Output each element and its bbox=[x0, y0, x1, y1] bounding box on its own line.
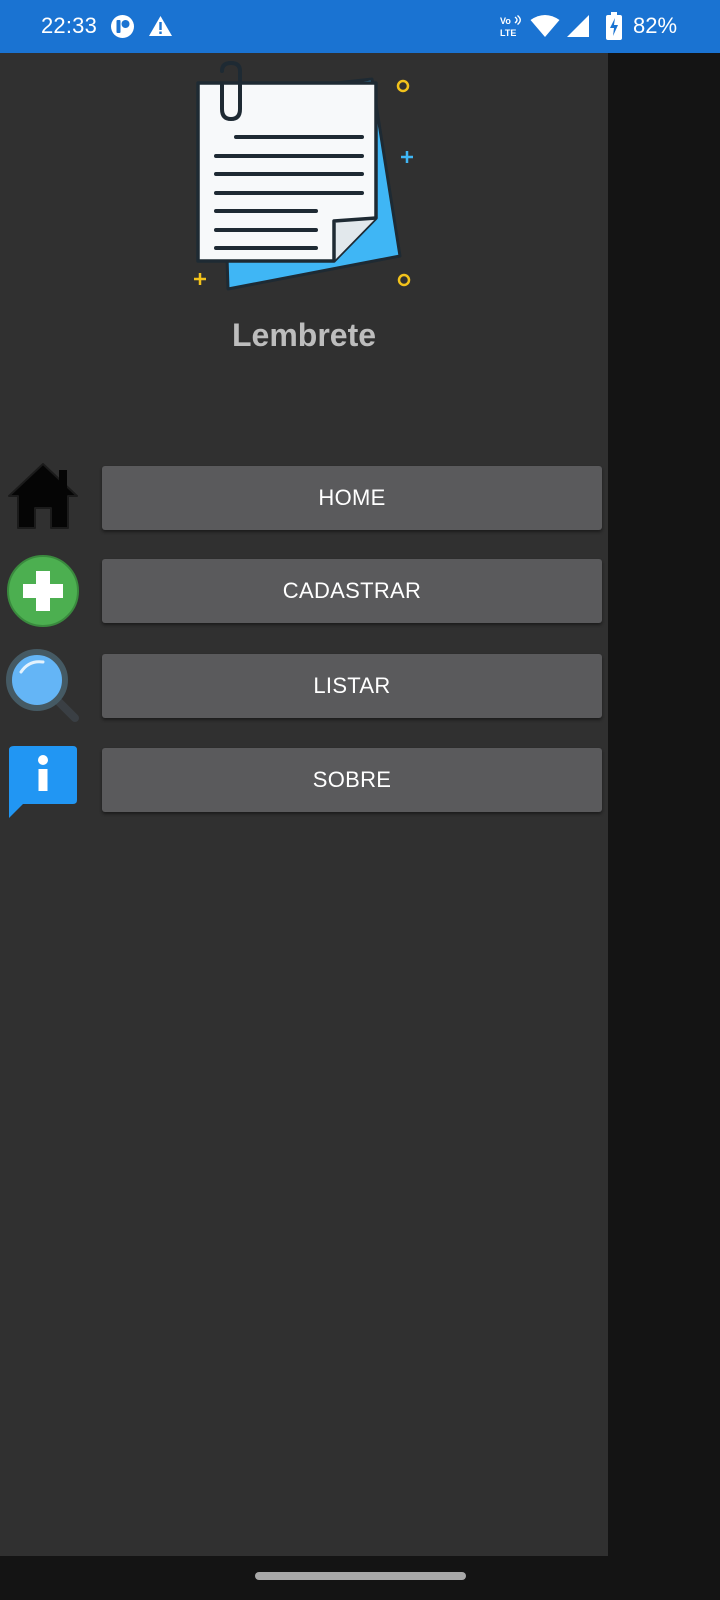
volte-icon: Vo LTE bbox=[498, 14, 524, 45]
app-title: Lembrete bbox=[231, 317, 377, 353]
warning-icon bbox=[148, 15, 173, 42]
listar-button[interactable]: LISTAR bbox=[102, 654, 602, 718]
svg-text:LTE: LTE bbox=[500, 28, 516, 38]
battery-percent: 82% bbox=[633, 13, 678, 38]
gesture-handle[interactable] bbox=[255, 1572, 466, 1580]
menu-row-listar: LISTAR bbox=[0, 649, 608, 722]
sobre-button[interactable]: SOBRE bbox=[102, 748, 602, 812]
status-bar: 22:33 Vo LTE 82% bbox=[0, 0, 720, 53]
cellular-signal-icon bbox=[566, 14, 590, 43]
notepad-clipboard-logo bbox=[190, 60, 420, 301]
wifi-icon bbox=[530, 14, 560, 43]
svg-text:Vo: Vo bbox=[500, 16, 511, 26]
battery-charging-icon bbox=[606, 12, 622, 45]
navigation-drawer: Lembrete HOME CADASTRAR LISTAR SOBRE bbox=[0, 53, 608, 1556]
home-button[interactable]: HOME bbox=[102, 466, 602, 530]
cadastrar-button[interactable]: CADASTRAR bbox=[102, 559, 602, 623]
menu-row-sobre: SOBRE bbox=[0, 746, 608, 818]
menu-row-home: HOME bbox=[0, 463, 608, 530]
drawer-scrim[interactable] bbox=[608, 53, 720, 1556]
home-icon[interactable] bbox=[5, 460, 81, 536]
system-navigation-bar bbox=[0, 1556, 720, 1600]
notification-app-icon bbox=[110, 14, 135, 44]
add-icon[interactable] bbox=[5, 553, 81, 629]
menu-row-cadastrar: CADASTRAR bbox=[0, 555, 608, 627]
search-icon[interactable] bbox=[5, 648, 81, 724]
info-icon[interactable] bbox=[5, 742, 81, 818]
status-time: 22:33 bbox=[41, 13, 98, 38]
